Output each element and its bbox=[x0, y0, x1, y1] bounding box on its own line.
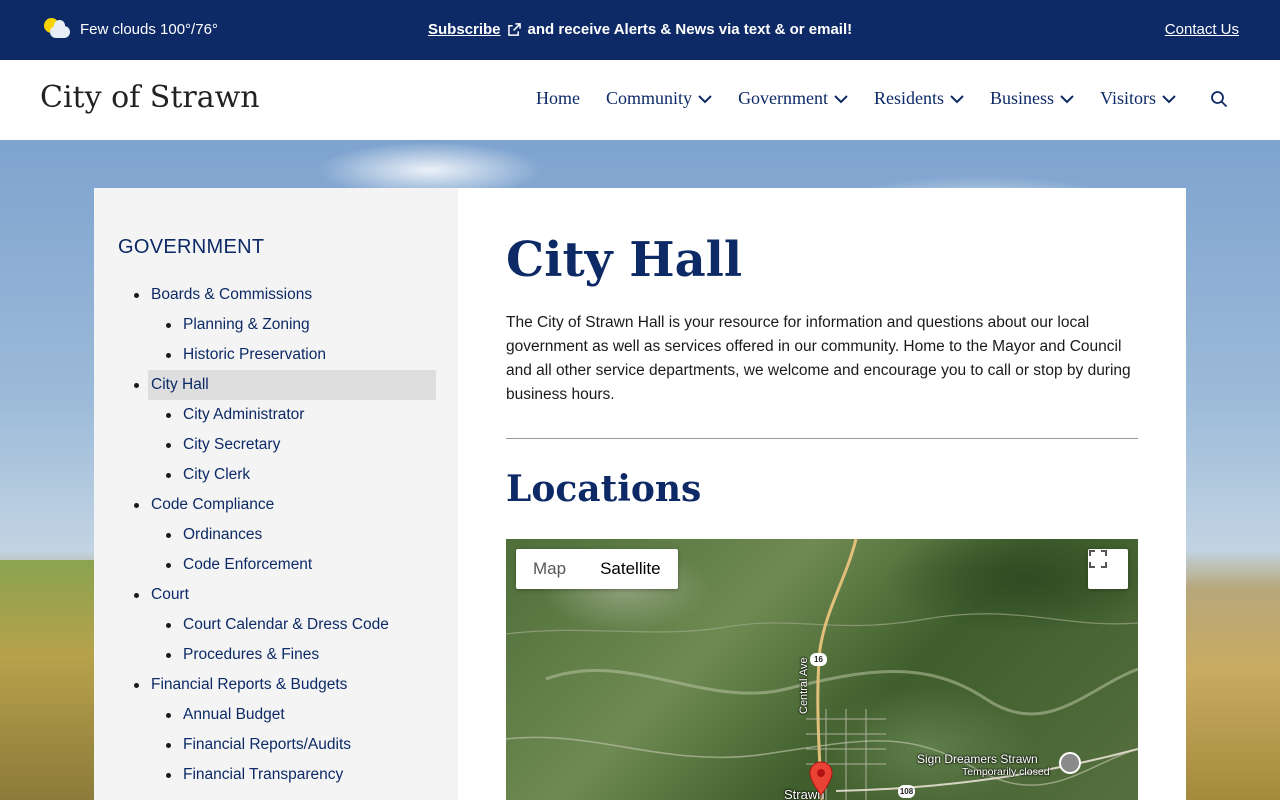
map-type-control: Map Satellite bbox=[516, 549, 678, 589]
search-icon[interactable] bbox=[1210, 90, 1228, 108]
site-header: City of Strawn Home Community Government… bbox=[0, 60, 1280, 140]
lock-icon[interactable] bbox=[1059, 752, 1081, 774]
nav-government[interactable]: Government bbox=[738, 88, 848, 109]
chevron-down-icon bbox=[1060, 94, 1074, 103]
nav-home-label: Home bbox=[536, 88, 581, 108]
intro-paragraph: The City of Strawn Hall is your resource… bbox=[506, 314, 1131, 403]
nav-visitors[interactable]: Visitors bbox=[1100, 88, 1176, 109]
main-content: City Hall The City of Strawn Hall is you… bbox=[506, 188, 1138, 800]
nav-business-label: Business bbox=[990, 88, 1055, 108]
chevron-down-icon bbox=[1162, 94, 1176, 103]
location-map[interactable]: Map Satellite 16 108 Central Ave Sign Dr… bbox=[506, 539, 1138, 800]
sidebar-title[interactable]: GOVERNMENT bbox=[118, 236, 264, 259]
top-bar: Few clouds 100°/76° Subscribe and receiv… bbox=[0, 0, 1280, 60]
nav-government-label: Government bbox=[738, 88, 829, 108]
sidebar-item-code-enforcement[interactable]: Code Enforcement bbox=[94, 550, 458, 580]
sidebar-item-planning-zoning[interactable]: Planning & Zoning bbox=[94, 310, 458, 340]
map-type-map-button[interactable]: Map bbox=[516, 549, 583, 589]
sidebar-item-city-hall[interactable]: City Hall bbox=[94, 370, 458, 400]
sidebar: GOVERNMENT Boards & Commissions Planning… bbox=[94, 188, 458, 800]
nav-home[interactable]: Home bbox=[536, 88, 580, 109]
route-16-shield: 16 bbox=[810, 653, 827, 666]
sidebar-item-boards-commissions[interactable]: Boards & Commissions bbox=[94, 280, 458, 310]
sidebar-item-court[interactable]: Court bbox=[94, 580, 458, 610]
sidebar-item-annual-budget[interactable]: Annual Budget bbox=[94, 700, 458, 730]
locations-heading: Locations bbox=[506, 468, 702, 510]
subscribe-link[interactable]: Subscribe bbox=[428, 21, 501, 38]
road-label-central-ave: Central Ave bbox=[798, 657, 810, 714]
chevron-down-icon bbox=[950, 94, 964, 103]
nav-community[interactable]: Community bbox=[606, 88, 712, 109]
alert-text: and receive Alerts & News via text & or … bbox=[527, 21, 853, 38]
weather-text: Few clouds 100°/76° bbox=[80, 20, 218, 38]
sidebar-item-financial-transparency[interactable]: Financial Transparency bbox=[94, 760, 458, 790]
sidebar-item-historic-preservation[interactable]: Historic Preservation bbox=[94, 340, 458, 370]
sidebar-nav-list: Boards & Commissions Planning & Zoning H… bbox=[94, 280, 458, 790]
sidebar-item-court-calendar[interactable]: Court Calendar & Dress Code bbox=[94, 610, 458, 640]
weather-widget: Few clouds 100°/76° bbox=[44, 18, 218, 40]
nav-community-label: Community bbox=[606, 88, 693, 108]
poi-name-label[interactable]: Sign Dreamers Strawn bbox=[917, 752, 1038, 766]
nav-business[interactable]: Business bbox=[990, 88, 1074, 109]
sidebar-item-ordinances[interactable]: Ordinances bbox=[94, 520, 458, 550]
nav-residents[interactable]: Residents bbox=[874, 88, 964, 109]
sidebar-item-city-administrator[interactable]: City Administrator bbox=[94, 400, 458, 430]
sidebar-item-city-secretary[interactable]: City Secretary bbox=[94, 430, 458, 460]
sidebar-item-city-clerk[interactable]: City Clerk bbox=[94, 460, 458, 490]
map-type-satellite-button[interactable]: Satellite bbox=[583, 549, 677, 589]
section-divider bbox=[506, 438, 1138, 439]
contact-us-link[interactable]: Contact Us bbox=[1165, 21, 1239, 38]
fullscreen-button[interactable] bbox=[1088, 549, 1128, 589]
chevron-down-icon bbox=[834, 94, 848, 103]
poi-status-label: Temporarily closed bbox=[962, 766, 1050, 778]
partly-cloudy-icon bbox=[44, 18, 70, 40]
external-link-icon bbox=[507, 23, 521, 36]
sidebar-item-financial-reports-budgets[interactable]: Financial Reports & Budgets bbox=[94, 670, 458, 700]
sidebar-item-procedures-fines[interactable]: Procedures & Fines bbox=[94, 640, 458, 670]
sidebar-item-financial-reports-audits[interactable]: Financial Reports/Audits bbox=[94, 730, 458, 760]
location-pin-icon[interactable] bbox=[808, 761, 834, 797]
content-card: GOVERNMENT Boards & Commissions Planning… bbox=[94, 188, 1186, 800]
chevron-down-icon bbox=[698, 94, 712, 103]
subscribe-banner: Subscribe and receive Alerts & News via … bbox=[428, 21, 852, 38]
page-title: City Hall bbox=[506, 232, 743, 288]
hero-field-image bbox=[0, 560, 94, 800]
route-108-shield: 108 bbox=[898, 785, 915, 798]
sidebar-item-code-compliance[interactable]: Code Compliance bbox=[94, 490, 458, 520]
main-nav: Home Community Government Residents Busi… bbox=[536, 88, 1228, 109]
nav-visitors-label: Visitors bbox=[1100, 88, 1156, 108]
nav-residents-label: Residents bbox=[874, 88, 945, 108]
site-title[interactable]: City of Strawn bbox=[40, 80, 260, 115]
fullscreen-icon bbox=[1089, 550, 1107, 568]
